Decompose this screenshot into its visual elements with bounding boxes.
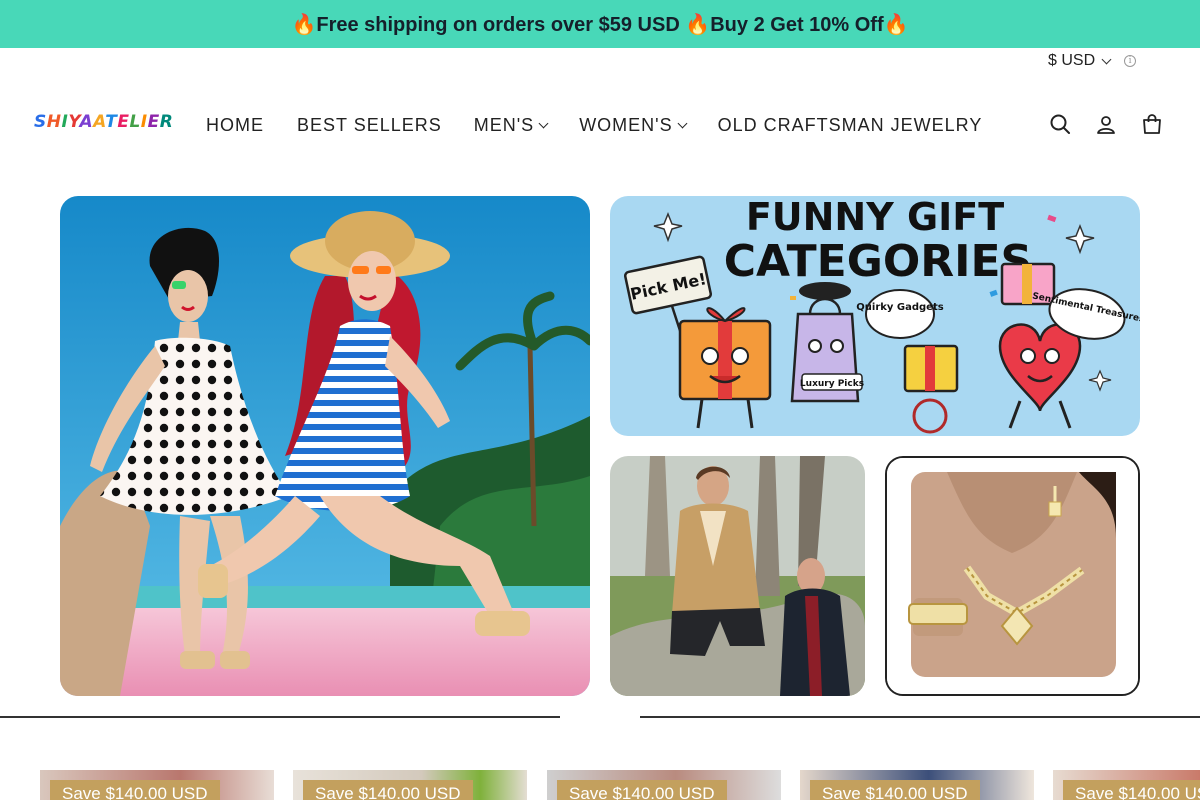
hero-image-women-beach[interactable] (60, 196, 590, 696)
section-divider-right (640, 716, 1200, 718)
logo-letter: T (105, 112, 118, 132)
nav-item-home[interactable]: HOME (206, 115, 264, 136)
logo-letter: H (46, 112, 62, 132)
logo-letter: A (93, 112, 106, 132)
product-card[interactable]: Save $140.00 USD (1053, 770, 1200, 800)
sale-badge: Save $140.00 USD (1063, 780, 1200, 800)
logo-letter: E (147, 112, 160, 132)
announcement-bar: 🔥Free shipping on orders over $59 USD 🔥B… (0, 0, 1200, 48)
currency-label: $ USD (1048, 52, 1096, 69)
nav-item-old-craftsman-jewelry[interactable]: OLD CRAFTSMAN JEWELRY (718, 115, 983, 136)
quirky-gadgets-text: Quirky Gadgets (856, 302, 943, 313)
chevron-down-icon (538, 118, 549, 128)
sale-badge: Save $140.00 USD (303, 780, 473, 800)
product-card[interactable]: Save $140.00 USD (40, 770, 274, 800)
nav-item-label: WOMEN'S (579, 114, 673, 135)
chevron-down-icon (677, 118, 688, 128)
product-card[interactable]: Save $140.00 USD (547, 770, 781, 800)
logo-letter: R (159, 112, 174, 132)
logo-letter: I (140, 112, 148, 132)
main-nav: HOME BEST SELLERS MEN'S WOMEN'S OLD CRAF… (206, 114, 982, 136)
nav-item-label: HOME (206, 114, 264, 135)
nav-item-label: BEST SELLERS (297, 114, 442, 135)
nav-item-label: OLD CRAFTSMAN JEWELRY (717, 114, 983, 135)
product-card[interactable]: Save $140.00 USD (293, 770, 527, 800)
logo-letter: S (34, 112, 47, 132)
nav-item-womens[interactable]: WOMEN'S (579, 114, 688, 136)
nav-item-best-sellers[interactable]: BEST SELLERS (297, 115, 442, 136)
site-logo[interactable]: SHIYAATELIER (34, 112, 173, 132)
logo-letter: L (129, 112, 141, 132)
nav-item-label: MEN'S (473, 114, 535, 135)
gift-banner-title-line1: FUNNY GIFT (746, 196, 1004, 239)
chevron-down-icon (1101, 54, 1112, 64)
currency-selector[interactable]: $ USD i (1048, 50, 1137, 72)
search-icon[interactable] (1048, 112, 1072, 136)
account-icon[interactable] (1094, 112, 1118, 136)
gift-categories-banner[interactable]: FUNNY GIFT CATEGORIES Pick Me! Luxury Pi… (610, 196, 1140, 436)
mens-category-image[interactable] (610, 456, 865, 696)
sale-badge: Save $140.00 USD (50, 780, 220, 800)
sale-badge: Save $140.00 USD (810, 780, 980, 800)
gift-banner-title-line2: CATEGORIES (724, 236, 1033, 287)
announcement-text: 🔥Free shipping on orders over $59 USD 🔥B… (291, 13, 909, 36)
logo-letter: A (79, 112, 94, 132)
header-actions (1048, 112, 1164, 136)
logo-letter: Y (68, 112, 80, 132)
sale-badge: Save $140.00 USD (557, 780, 727, 800)
cart-icon[interactable] (1140, 112, 1164, 136)
jewelry-category-image[interactable] (885, 456, 1140, 696)
section-divider-left (0, 716, 560, 718)
nav-item-mens[interactable]: MEN'S (473, 114, 549, 136)
info-icon[interactable]: i (1124, 55, 1137, 67)
product-card[interactable]: Save $140.00 USD (800, 770, 1034, 800)
logo-letter: E (117, 112, 130, 132)
luxury-picks-label: Luxury Picks (800, 379, 864, 389)
